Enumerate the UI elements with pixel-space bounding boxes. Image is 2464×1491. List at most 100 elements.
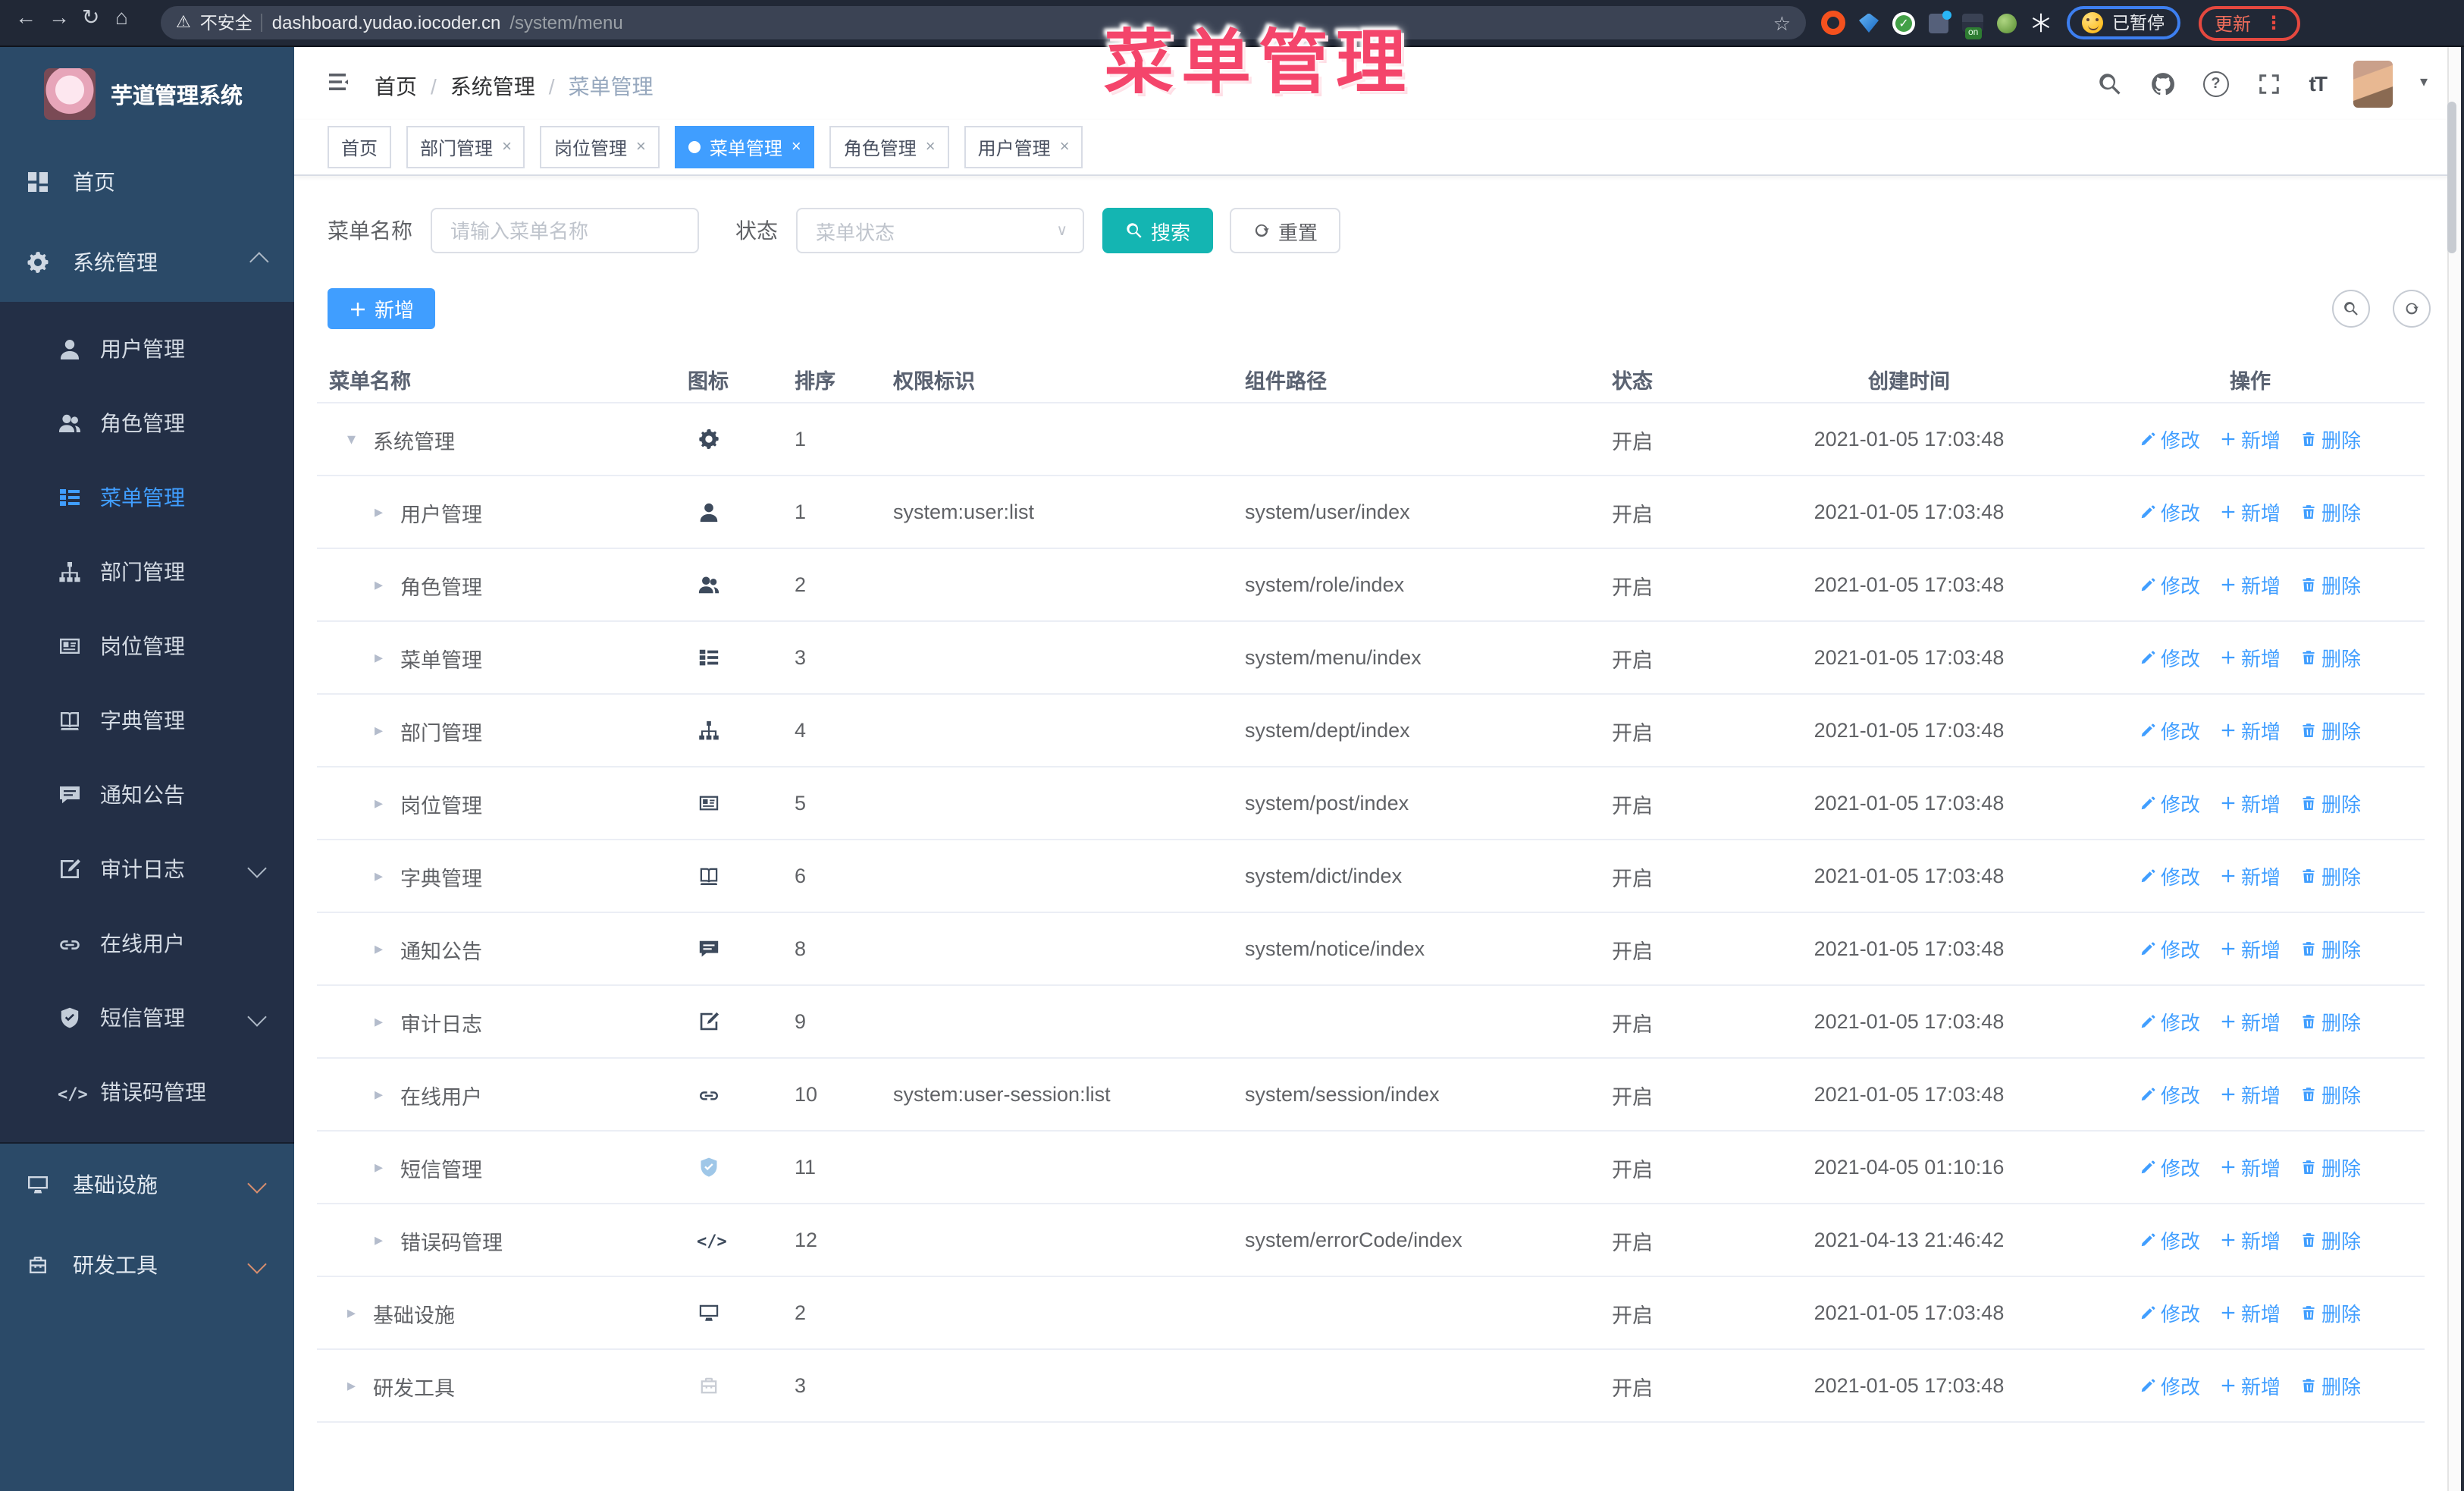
add-row-button[interactable]: 新增 (2220, 862, 2281, 890)
sidebar-item-审计日志[interactable]: 审计日志 (0, 831, 294, 906)
tab-菜单管理[interactable]: 菜单管理 × (674, 126, 815, 168)
add-row-button[interactable]: 新增 (2220, 716, 2281, 745)
address-bar[interactable]: ⚠ 不安全 dashboard.yudao.iocoder.cn/system/… (161, 6, 1806, 39)
delete-row-button[interactable]: 删除 (2300, 1080, 2361, 1109)
edit-row-button[interactable]: 修改 (2140, 1007, 2200, 1036)
add-row-button[interactable]: 新增 (2220, 1298, 2281, 1327)
delete-row-button[interactable]: 删除 (2300, 1153, 2361, 1182)
add-row-button[interactable]: 新增 (2220, 1080, 2281, 1109)
tab-用户管理[interactable]: 用户管理 × (964, 126, 1083, 168)
edit-row-button[interactable]: 修改 (2140, 789, 2200, 818)
forward-icon[interactable]: → (49, 6, 82, 39)
add-row-button[interactable]: 新增 (2220, 425, 2281, 454)
breadcrumb-item[interactable]: 首页 (375, 71, 417, 102)
delete-row-button[interactable]: 删除 (2300, 862, 2361, 890)
font-size-icon[interactable]: tT (2309, 71, 2328, 96)
delete-row-button[interactable]: 删除 (2300, 1298, 2361, 1327)
back-icon[interactable]: ← (15, 6, 49, 39)
edit-row-button[interactable]: 修改 (2140, 934, 2200, 963)
search-icon[interactable] (2097, 71, 2123, 96)
delete-row-button[interactable]: 删除 (2300, 643, 2361, 672)
sidebar-item-字典管理[interactable]: 字典管理 (0, 683, 294, 757)
edit-row-button[interactable]: 修改 (2140, 716, 2200, 745)
sidebar-item-角色管理[interactable]: 角色管理 (0, 385, 294, 460)
home-icon[interactable]: ⌂ (115, 6, 149, 39)
edit-row-button[interactable]: 修改 (2140, 1298, 2200, 1327)
hamburger-icon[interactable] (326, 70, 353, 94)
browser-menu-icon[interactable]: ⋮ (2265, 14, 2283, 32)
tab-首页[interactable]: 首页 (328, 126, 392, 168)
tab-岗位管理[interactable]: 岗位管理 × (540, 126, 660, 168)
sidebar-item-研发工具[interactable]: 研发工具 (0, 1224, 294, 1304)
delete-row-button[interactable]: 删除 (2300, 1371, 2361, 1400)
sidebar-item-系统管理[interactable]: 系统管理 (0, 221, 294, 302)
expand-caret-icon[interactable]: ▸ (375, 575, 390, 595)
delete-row-button[interactable]: 删除 (2300, 1226, 2361, 1254)
breadcrumb-item[interactable]: 系统管理 (450, 71, 535, 102)
expand-caret-icon[interactable]: ▾ (347, 429, 362, 449)
close-icon[interactable]: × (1060, 138, 1070, 155)
sidebar-item-错误码管理[interactable]: </> 错误码管理 (0, 1054, 294, 1128)
scrollbar-thumb[interactable] (2447, 102, 2456, 253)
edit-row-button[interactable]: 修改 (2140, 1371, 2200, 1400)
delete-row-button[interactable]: 删除 (2300, 716, 2361, 745)
delete-row-button[interactable]: 删除 (2300, 570, 2361, 599)
add-row-button[interactable]: 新增 (2220, 1153, 2281, 1182)
search-button[interactable]: 搜索 (1102, 208, 1214, 253)
sidebar-item-部门管理[interactable]: 部门管理 (0, 534, 294, 608)
expand-caret-icon[interactable]: ▸ (347, 1303, 362, 1323)
add-row-button[interactable]: 新增 (2220, 934, 2281, 963)
avatar[interactable] (2353, 60, 2393, 107)
extension-grid-icon[interactable] (1929, 10, 1951, 33)
show-search-button[interactable] (2332, 290, 2370, 328)
edit-row-button[interactable]: 修改 (2140, 1080, 2200, 1109)
sidebar-item-首页[interactable]: 首页 (0, 141, 294, 221)
sidebar-item-短信管理[interactable]: 短信管理 (0, 980, 294, 1054)
edit-row-button[interactable]: 修改 (2140, 643, 2200, 672)
expand-caret-icon[interactable]: ▸ (375, 1157, 390, 1177)
add-row-button[interactable]: 新增 (2220, 1371, 2281, 1400)
menu-name-input[interactable] (431, 208, 699, 253)
add-row-button[interactable]: 新增 (2220, 498, 2281, 526)
edit-row-button[interactable]: 修改 (2140, 498, 2200, 526)
extension-check-icon[interactable]: ✓ (1892, 11, 1915, 34)
help-icon[interactable]: ? (2202, 71, 2229, 96)
app-logo[interactable]: 芋道管理系统 (0, 47, 294, 141)
close-icon[interactable]: × (502, 138, 512, 155)
close-icon[interactable]: × (926, 138, 936, 155)
extension-orange-icon[interactable] (1821, 11, 1845, 35)
delete-row-button[interactable]: 删除 (2300, 498, 2361, 526)
reload-icon[interactable]: ↻ (82, 6, 115, 39)
extension-gem-icon[interactable] (1859, 13, 1879, 33)
snowflake-icon[interactable] (2030, 12, 2052, 33)
fullscreen-icon[interactable] (2256, 71, 2282, 96)
delete-row-button[interactable]: 删除 (2300, 789, 2361, 818)
expand-caret-icon[interactable]: ▸ (375, 720, 390, 740)
github-icon[interactable] (2150, 71, 2176, 96)
edit-row-button[interactable]: 修改 (2140, 1153, 2200, 1182)
tab-角色管理[interactable]: 角色管理 × (829, 126, 949, 168)
delete-row-button[interactable]: 删除 (2300, 934, 2361, 963)
chevron-down-icon[interactable]: ▾ (2420, 75, 2428, 91)
edit-row-button[interactable]: 修改 (2140, 570, 2200, 599)
edit-row-button[interactable]: 修改 (2140, 425, 2200, 454)
scrollbar-track[interactable] (2447, 47, 2461, 1491)
refresh-table-button[interactable] (2393, 290, 2431, 328)
add-row-button[interactable]: 新增 (2220, 789, 2281, 818)
expand-caret-icon[interactable]: ▸ (375, 939, 390, 959)
status-select[interactable]: 菜单状态 ∨ (796, 208, 1084, 253)
extension-frog-icon[interactable] (1997, 13, 2017, 33)
expand-caret-icon[interactable]: ▸ (375, 502, 390, 522)
edit-row-button[interactable]: 修改 (2140, 1226, 2200, 1254)
extension-paused-badge[interactable]: 已暂停 (2067, 6, 2180, 39)
expand-caret-icon[interactable]: ▸ (375, 1230, 390, 1250)
sidebar-item-岗位管理[interactable]: 岗位管理 (0, 608, 294, 683)
delete-row-button[interactable]: 删除 (2300, 425, 2361, 454)
add-row-button[interactable]: 新增 (2220, 1226, 2281, 1254)
expand-caret-icon[interactable]: ▸ (375, 793, 390, 813)
expand-caret-icon[interactable]: ▸ (375, 1012, 390, 1031)
expand-caret-icon[interactable]: ▸ (347, 1376, 362, 1395)
browser-update-button[interactable]: 更新 ⋮ (2198, 5, 2300, 40)
add-row-button[interactable]: 新增 (2220, 1007, 2281, 1036)
reset-button[interactable]: 重置 (1230, 208, 1341, 253)
